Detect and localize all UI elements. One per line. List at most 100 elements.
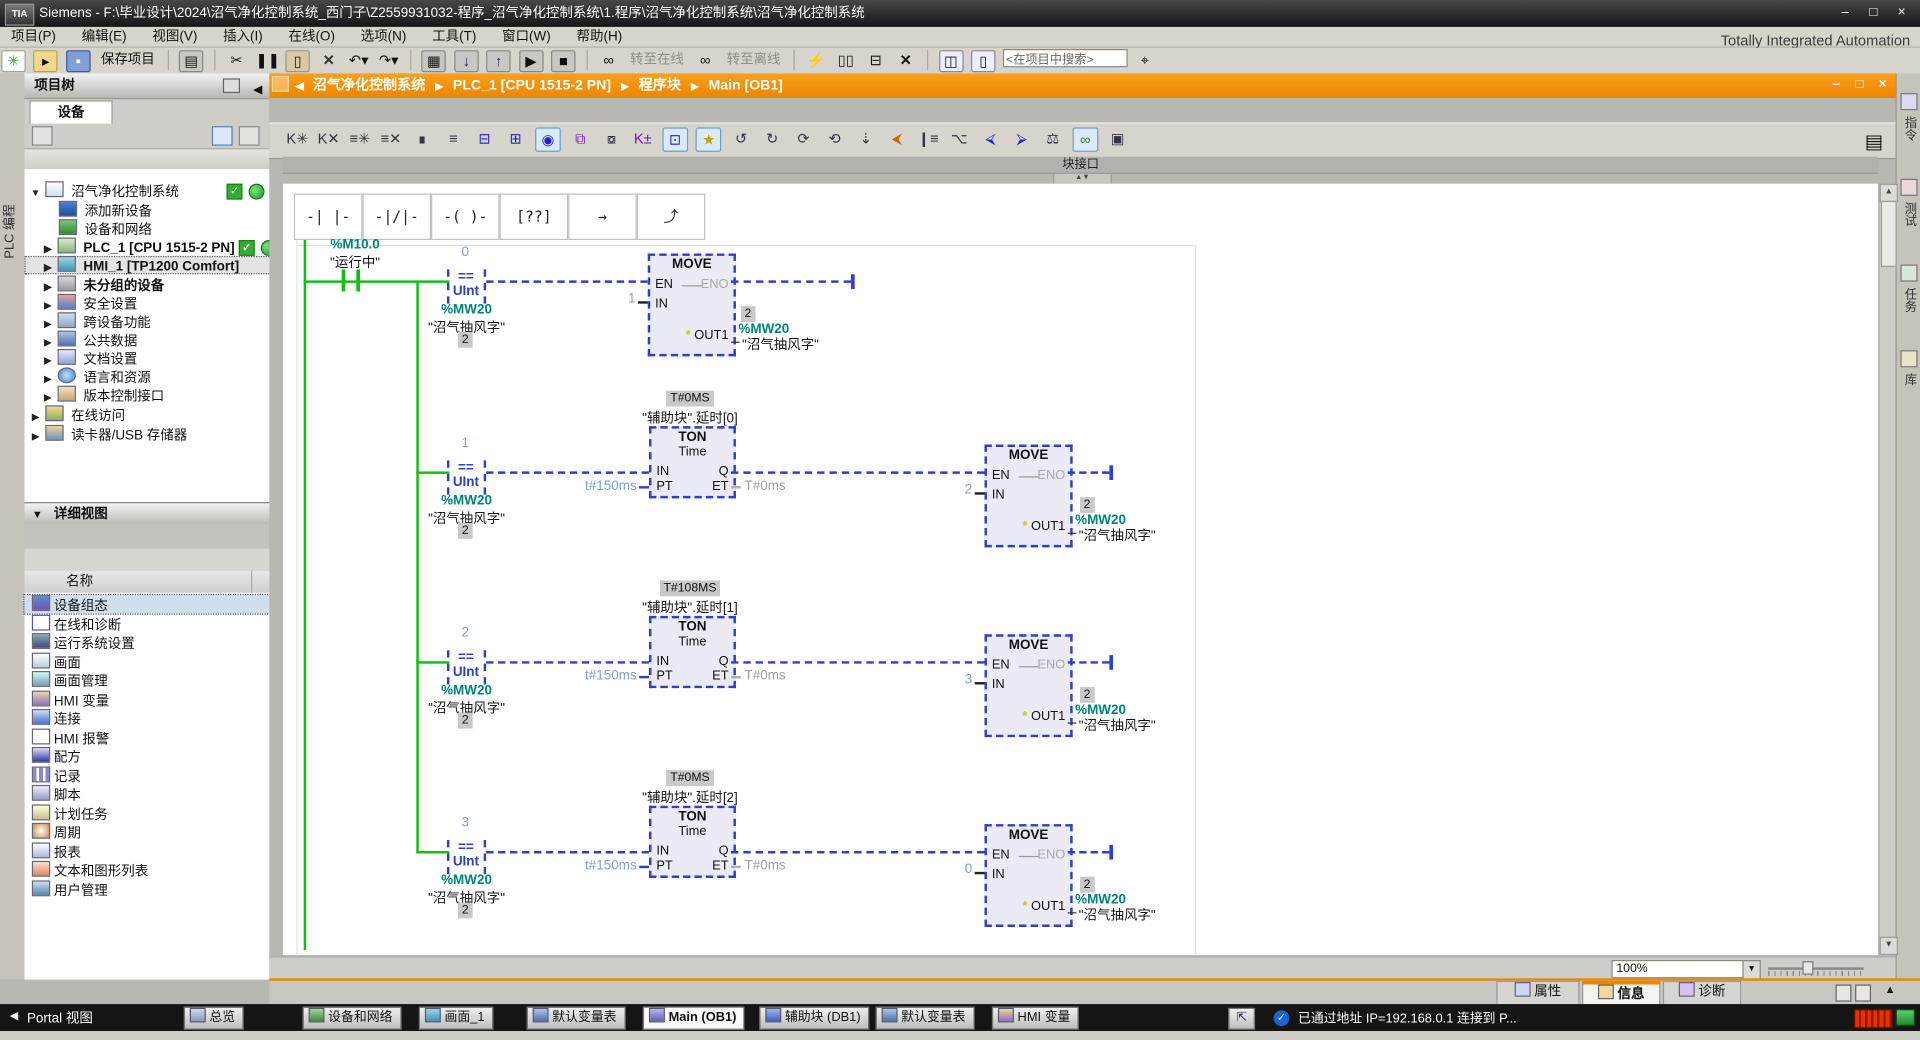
goto-previous-error-icon[interactable]: ↺ <box>730 127 753 149</box>
menu-view[interactable]: 视图(V) <box>141 27 208 47</box>
contact-operand[interactable]: %M10.0 <box>306 238 404 253</box>
cmp-operand[interactable]: %MW20 <box>415 302 518 317</box>
tree-item-version-control[interactable]: ▶ 版本控制接口 <box>24 385 286 406</box>
cut-icon[interactable]: ✂ <box>226 50 248 70</box>
detail-item-user-administration[interactable]: 用户管理 <box>24 880 269 899</box>
redo-icon[interactable]: ↷▾ <box>378 50 400 70</box>
tree-item-card-reader[interactable]: ▶ 读卡器/USB 存储器 <box>24 424 274 445</box>
align-left-icon[interactable]: ≡ <box>442 127 465 149</box>
tree-item-hmi1[interactable]: ▶ HMI_1 [TP1200 Comfort] <box>24 255 287 276</box>
editor-vertical-scrollbar[interactable]: ▲ ▼ <box>1878 183 1898 956</box>
download-to-device-icon[interactable]: ↓ <box>454 50 479 73</box>
collapse-panel-icon[interactable]: ◀ <box>254 77 262 101</box>
start-cpu-icon[interactable]: ▶ <box>518 50 544 73</box>
taskbar-main-ob1-button[interactable]: Main (OB1) <box>642 1006 746 1030</box>
zoom-slider-handle[interactable] <box>1802 961 1814 975</box>
editor-split-icon[interactable] <box>271 75 289 92</box>
breadcrumb-main-ob1[interactable]: Main [OB1] <box>709 78 783 93</box>
taskbar-default-tag-table-button[interactable]: 默认变量表 <box>526 1006 626 1030</box>
tree-item-add-device[interactable]: 添加新设备 <box>24 200 303 219</box>
delete-network-icon[interactable]: K✕ <box>317 127 340 149</box>
detail-item-runtime-settings[interactable]: 运行系统设置 <box>24 633 269 651</box>
collapse-networks-icon[interactable]: ⊞ <box>504 127 527 149</box>
detail-item-recipes[interactable]: 配方 <box>24 746 269 765</box>
palette-no-contact-button[interactable]: -| |- <box>293 193 363 241</box>
palette-coil-button[interactable]: -( )- <box>431 193 500 241</box>
consistency-check-icon[interactable]: ⇣ <box>854 127 877 149</box>
insert-network-icon[interactable]: K✳ <box>286 127 309 149</box>
taskbar-default-tag-table2-button[interactable]: 默认变量表 <box>875 1006 975 1030</box>
compare-icon[interactable]: ⚖ <box>1041 127 1064 149</box>
jump-back-icon[interactable]: ⮜ <box>885 127 908 149</box>
go-online-goggles-icon[interactable]: ∞ <box>598 50 620 70</box>
expander-icon[interactable]: ▶ <box>42 388 54 406</box>
tree-item-ungrouped-devices[interactable]: ▶ 未分组的设备 <box>24 275 286 294</box>
collapse-inspector-icon[interactable]: ▲ <box>1885 983 1896 995</box>
tab-diagnostics[interactable]: 诊断 <box>1662 980 1742 1005</box>
detail-item-hmi-tags[interactable]: HMI 变量 <box>24 690 269 709</box>
undo-icon[interactable]: ↶▾ <box>348 50 370 70</box>
menu-project[interactable]: 项目(P) <box>0 27 67 47</box>
tab-libraries[interactable]: 库 <box>1897 350 1920 389</box>
insert-box-icon[interactable]: ⧉ <box>569 127 592 149</box>
menu-window[interactable]: 窗口(W) <box>491 27 562 47</box>
expander-icon[interactable]: ▶ <box>29 427 41 445</box>
expander-icon[interactable]: ▶ <box>29 408 41 426</box>
detail-item-hmi-alarms[interactable]: HMI 报警 <box>24 728 269 747</box>
save-project-icon[interactable]: ▪ <box>66 50 91 73</box>
detail-item-online-diagnostics[interactable]: 在线和诊断 <box>24 614 269 633</box>
move-in-value[interactable]: 1 <box>606 291 636 306</box>
print-icon[interactable]: ▤ <box>179 50 204 73</box>
update-inconsistent-calls-icon[interactable]: ⟳ <box>792 127 815 149</box>
breadcrumb-program-blocks[interactable]: 程序块 <box>639 78 681 93</box>
menu-insert[interactable]: 插入(I) <box>212 27 274 47</box>
contact-symbol[interactable] <box>356 269 361 292</box>
tree-item-devices-networks[interactable]: 设备和网络 <box>24 219 303 238</box>
tree-item-doc-settings[interactable]: ▶ 文档设置 <box>24 348 286 367</box>
move-block[interactable]: MOVE EN ENO IN * OUT1 <box>647 253 736 357</box>
diagnostics-flash-icon[interactable]: ⚡ <box>805 50 827 70</box>
free-form-comment-icon[interactable]: ❙≡ <box>917 127 940 149</box>
stop-cpu-icon[interactable]: ■ <box>551 50 576 73</box>
structure-view-icon[interactable]: ⌥ <box>948 127 971 149</box>
upload-from-device-icon[interactable]: ↑ <box>486 50 511 73</box>
auto-collapse-icon[interactable] <box>222 78 241 94</box>
detail-item-device-config[interactable]: 设备组态 <box>23 593 271 615</box>
project-search-input[interactable] <box>1002 49 1128 68</box>
monitor-backward-icon[interactable]: ⮘ <box>979 127 1002 149</box>
detail-item-text-graphic-lists[interactable]: 文本和图形列表 <box>24 860 269 879</box>
contact-symbol[interactable] <box>341 269 346 292</box>
lock-icon[interactable]: ∎ <box>411 127 434 149</box>
move-block[interactable]: MOVE EN ENO IN * OUT1 <box>984 634 1073 738</box>
compile-icon[interactable]: ▦ <box>421 50 447 73</box>
tree-item-project-root[interactable]: ▼ 沼气净化控制系统 ✓ <box>24 181 274 200</box>
breadcrumb-project[interactable]: 沼气净化控制系统 <box>313 78 426 93</box>
scroll-up-icon[interactable]: ▲ <box>1879 183 1898 203</box>
taskbar-devices-networks-button[interactable]: 设备和网络 <box>302 1006 402 1030</box>
tab-instructions[interactable]: 指令 <box>1897 93 1920 144</box>
menu-edit[interactable]: 编辑(E) <box>71 27 138 47</box>
tree-item-security-settings[interactable]: ▶ 安全设置 <box>24 293 286 312</box>
taskbar-hmi-tags-button[interactable]: HMI 变量 <box>991 1006 1079 1030</box>
detail-item-cycles[interactable]: 周期 <box>24 822 269 841</box>
list-view-icon[interactable] <box>211 126 233 146</box>
tile-windows-icon[interactable]: ◫ <box>938 50 964 73</box>
snapshot-icon[interactable]: ▣ <box>1106 127 1129 149</box>
tree-item-online-access[interactable]: ▶ 在线访问 <box>24 405 274 426</box>
detail-item-screens[interactable]: 画面 <box>24 652 269 671</box>
maximize-button[interactable]: □ <box>1860 4 1887 24</box>
detail-item-reports[interactable]: 报表 <box>24 842 269 861</box>
taskbar-overview-button[interactable]: 总览 <box>183 1006 244 1030</box>
menu-online[interactable]: 在线(O) <box>278 27 346 47</box>
expander-icon[interactable]: ▶ <box>42 258 54 276</box>
window-split-vertical-icon[interactable]: ▯▯ <box>835 50 857 70</box>
goto-next-error-icon[interactable]: ↻ <box>761 127 784 149</box>
detail-item-connections[interactable]: 连接 <box>24 708 269 727</box>
taskbar-db1-button[interactable]: 辅助块 (DB1) <box>759 1006 870 1030</box>
tab-info[interactable]: 信息 <box>1582 980 1661 1005</box>
insert-operand-icon[interactable]: ⧇ <box>600 127 623 149</box>
rename-tag-icon[interactable]: K± <box>631 127 654 149</box>
detail-view-column-header[interactable]: 名称 <box>24 570 270 594</box>
monitoring-onoff-goggles-icon[interactable]: ∞ <box>1072 127 1099 152</box>
block-interface-bar[interactable]: 块接口 <box>282 156 1879 174</box>
